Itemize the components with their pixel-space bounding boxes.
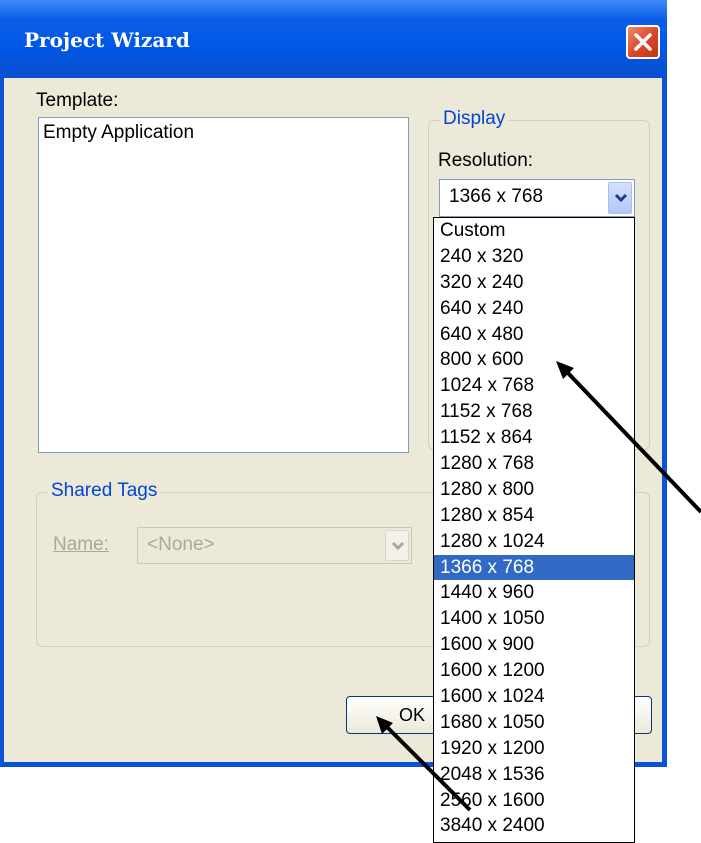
annotation-arrows <box>376 361 701 812</box>
annotation-arrow <box>384 724 472 812</box>
annotation-arrow <box>565 370 701 514</box>
